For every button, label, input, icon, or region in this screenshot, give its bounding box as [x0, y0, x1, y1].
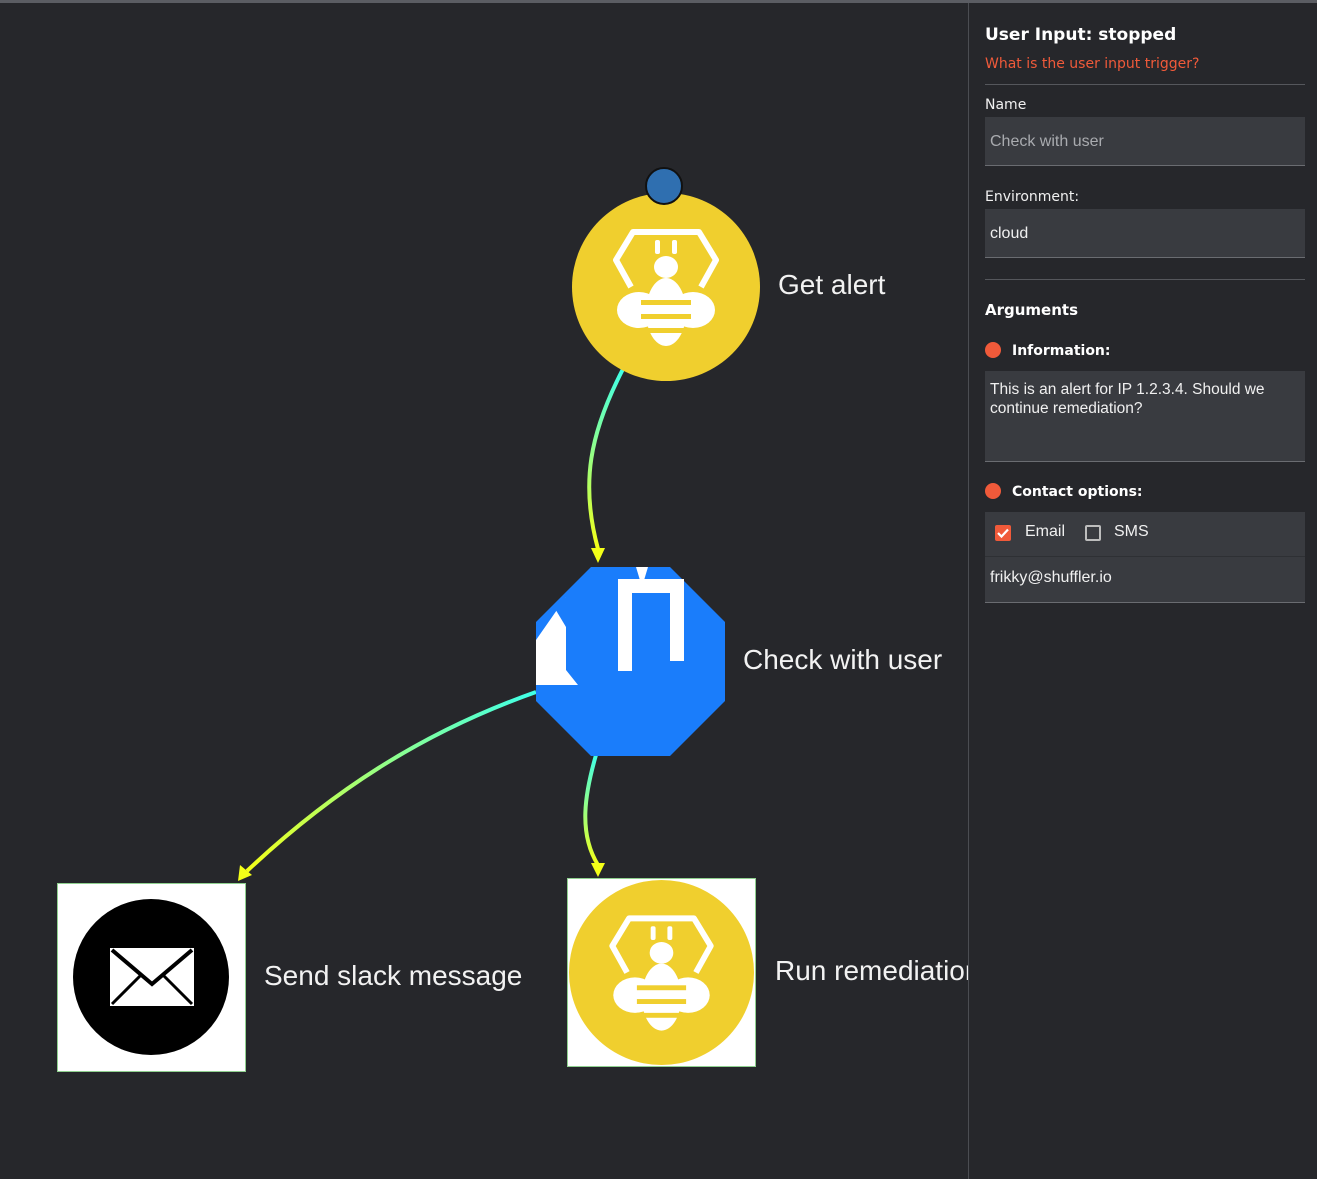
- name-label: Name: [985, 97, 1027, 113]
- node-check-with-user[interactable]: [536, 567, 725, 756]
- thehive-bee-icon: [568, 879, 755, 1066]
- edge-check-to-remediation[interactable]: [583, 754, 600, 867]
- node-run-remediation[interactable]: [567, 878, 756, 1067]
- start-node-indicator: [645, 167, 683, 205]
- node-get-alert[interactable]: [571, 192, 761, 382]
- envelope-icon: [73, 899, 229, 1055]
- user-input-hand-icon: [536, 567, 725, 756]
- information-label: Information:: [1012, 343, 1111, 359]
- divider: [985, 279, 1305, 280]
- information-textarea[interactable]: This is an alert for IP 1.2.3.4. Should …: [985, 371, 1305, 462]
- divider: [985, 84, 1305, 85]
- email-option-label: Email: [1025, 523, 1066, 540]
- arrowhead: [591, 863, 605, 877]
- sidebar-title: User Input: stopped: [985, 25, 1177, 45]
- name-input[interactable]: Check with user: [985, 117, 1305, 166]
- contact-options-label: Contact options:: [1012, 484, 1143, 500]
- edge-get-alert-to-check[interactable]: [587, 368, 625, 550]
- sms-option-label: SMS: [1114, 523, 1149, 540]
- sms-checkbox[interactable]: [1085, 525, 1101, 541]
- environment-label: Environment:: [985, 189, 1080, 205]
- divider: [985, 556, 1305, 557]
- arrowhead: [591, 548, 605, 563]
- node-settings-sidebar: User Input: stopped What is the user inp…: [968, 3, 1317, 1179]
- email-checkbox[interactable]: [995, 525, 1011, 541]
- thehive-bee-icon: [572, 193, 760, 381]
- contact-options-box: Email SMS frikky@shuffler.io: [985, 512, 1305, 603]
- required-indicator: [985, 483, 1001, 499]
- node-label-get-alert: Get alert: [778, 269, 886, 300]
- arguments-header: Arguments: [985, 301, 1079, 319]
- contact-value-input[interactable]: frikky@shuffler.io: [990, 569, 1112, 587]
- node-label-send-slack-message: Send slack message: [264, 960, 523, 991]
- help-link[interactable]: What is the user input trigger?: [985, 56, 1199, 72]
- checkmark-icon: [997, 528, 1009, 539]
- node-label-check-with-user: Check with user: [743, 644, 943, 675]
- node-label-run-remediation: Run remediation: [775, 955, 968, 986]
- workflow-canvas[interactable]: Get alert Check with user Send slack mes…: [0, 3, 968, 1179]
- node-send-slack-message[interactable]: [57, 883, 246, 1072]
- environment-select[interactable]: cloud: [985, 209, 1305, 258]
- required-indicator: [985, 342, 1001, 358]
- edge-check-to-slack[interactable]: [245, 690, 537, 873]
